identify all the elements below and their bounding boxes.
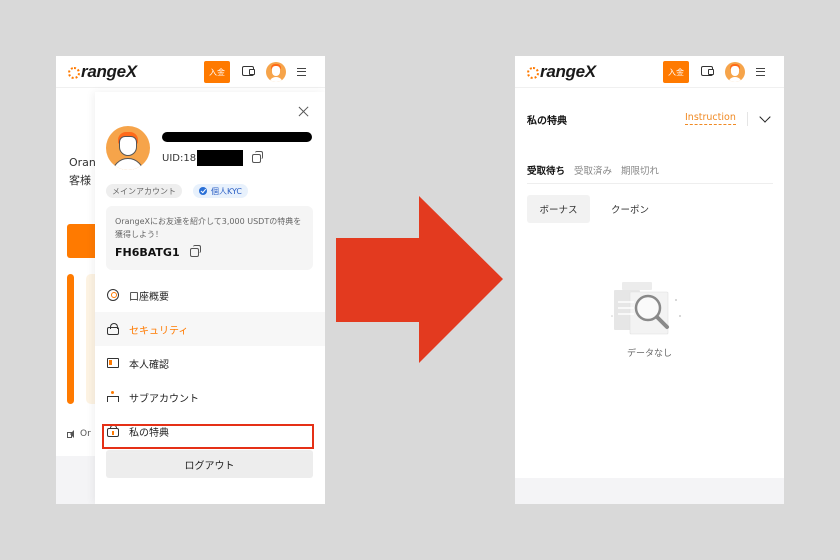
close-icon[interactable]: [298, 106, 309, 117]
tabs-divider: [527, 183, 773, 184]
background-orange-bar: [67, 274, 74, 404]
announcement-text: Or: [80, 429, 91, 439]
hamburger-menu-icon[interactable]: [756, 68, 765, 76]
redacted-username: [162, 132, 312, 142]
avatar[interactable]: [725, 62, 745, 82]
sub-account-icon: [107, 391, 119, 403]
avatar[interactable]: [266, 62, 286, 82]
tab-expired[interactable]: 期限切れ: [621, 163, 659, 177]
lock-icon: [107, 323, 119, 335]
wallet-icon[interactable]: [701, 66, 714, 76]
menu-item-label: セキュリティ: [129, 325, 189, 337]
tab-pending[interactable]: 受取待ち: [527, 163, 565, 177]
referral-code-row: FH6BATG1: [115, 245, 201, 259]
instruction-link[interactable]: Instruction: [685, 112, 736, 125]
background-text-line2: 客様: [69, 174, 91, 187]
tab-received[interactable]: 受取済み: [574, 163, 612, 177]
chevron-down-icon[interactable]: [759, 111, 771, 123]
page-footer: [515, 478, 784, 504]
deposit-button[interactable]: 入金: [204, 61, 230, 83]
menu-item-sub-account[interactable]: サブアカウント: [95, 380, 325, 414]
hamburger-menu-icon[interactable]: [297, 68, 306, 76]
account-type-badge: メインアカウント: [106, 184, 182, 198]
deposit-button[interactable]: 入金: [663, 61, 689, 83]
right-screenshot-my-rewards: rangeX 入金 私の特典 Instruction 受取待ち 受取済み 期限切…: [515, 56, 784, 504]
empty-search-icon: [611, 282, 681, 335]
menu-item-label: 口座概要: [129, 291, 169, 303]
filter-bonus[interactable]: ボーナス: [527, 195, 590, 223]
referral-code: FH6BATG1: [115, 246, 180, 259]
logo-o-icon: [68, 66, 80, 79]
check-circle-icon: [199, 187, 207, 195]
logout-button[interactable]: ログアウト: [106, 450, 313, 478]
menu-item-label: 本人確認: [129, 359, 169, 371]
id-card-icon: [107, 358, 119, 368]
uid-label: UID:18: [162, 152, 197, 164]
wallet-icon[interactable]: [242, 66, 255, 76]
left-screenshot-account-menu: rangeX 入金 Oran 客様 Or UID:18 メインアカウント 個人K…: [56, 56, 325, 504]
logo-o-icon: [527, 66, 539, 79]
uid-row: UID:18: [162, 150, 264, 166]
profile-avatar: [106, 126, 150, 170]
logo-text: rangeX: [81, 62, 137, 81]
filter-coupon[interactable]: クーポン: [598, 195, 662, 223]
speaker-icon: [67, 430, 76, 438]
referral-card: OrangeXにお友達を紹介して3,000 USDTの特典を獲得しよう！ FH6…: [106, 206, 313, 270]
account-overview-icon: [107, 289, 119, 301]
copy-referral-icon[interactable]: [189, 245, 201, 257]
kyc-label: 個人KYC: [211, 186, 242, 196]
page-title: 私の特典: [527, 116, 567, 127]
right-arrow-icon: [336, 196, 503, 363]
app-header: rangeX 入金: [56, 56, 325, 88]
orangex-logo[interactable]: rangeX: [68, 62, 137, 82]
divider: [747, 112, 748, 126]
referral-description: OrangeXにお友達を紹介して3,000 USDTの特典を獲得しよう！: [115, 217, 302, 239]
redacted-uid: [197, 150, 244, 166]
highlight-box: [102, 424, 314, 449]
announcement-bar: Or: [67, 429, 91, 439]
copy-uid-icon[interactable]: [252, 150, 264, 163]
status-tabs: 受取待ち 受取済み 期限切れ: [527, 163, 659, 177]
kyc-badge: 個人KYC: [193, 184, 248, 198]
menu-item-label: サブアカウント: [129, 393, 199, 405]
divider: [106, 452, 313, 453]
arrow-shape: [336, 196, 503, 363]
orangex-logo[interactable]: rangeX: [527, 62, 596, 82]
menu-item-security[interactable]: セキュリティ: [95, 312, 325, 346]
menu-item-identity-verification[interactable]: 本人確認: [95, 346, 325, 380]
logo-text: rangeX: [540, 62, 596, 81]
empty-state-text: データなし: [626, 349, 672, 359]
app-header: rangeX 入金: [515, 56, 784, 88]
background-text-line1: Oran: [69, 156, 96, 169]
menu-item-account-overview[interactable]: 口座概要: [95, 278, 325, 312]
